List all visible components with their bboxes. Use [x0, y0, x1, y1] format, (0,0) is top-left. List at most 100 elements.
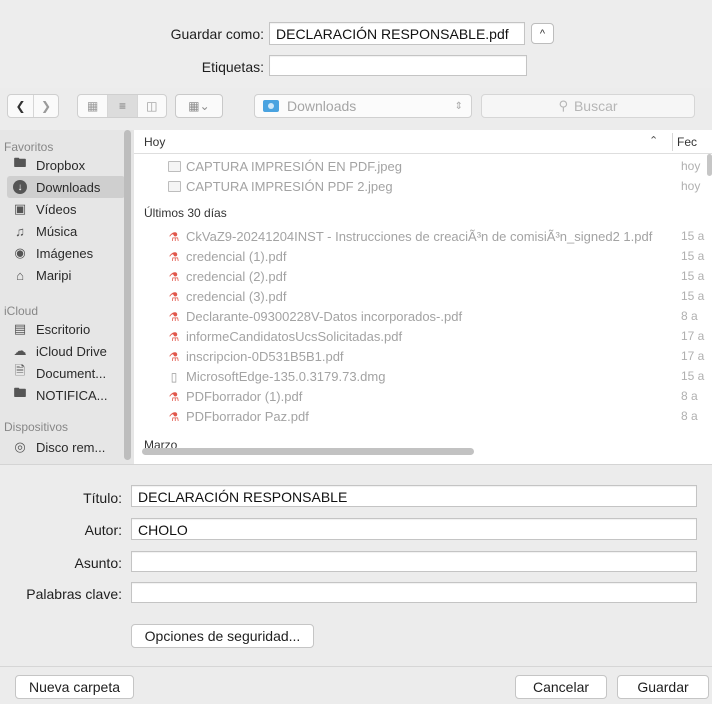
file-row[interactable]: ⚗ Declarante-09300228V-Datos incorporado…	[134, 307, 712, 327]
pdf-file-icon: ⚗	[168, 389, 180, 404]
file-name: MicrosoftEdge-135.0.3179.73.dmg	[186, 369, 386, 384]
nav-back-forward: ❮ ❯	[7, 94, 59, 118]
file-list: Hoy ⌃ Fec CAPTURA IMPRESIÓN EN PDF.jpeg …	[134, 130, 712, 464]
pdf-file-icon: ⚗	[168, 409, 180, 424]
file-row[interactable]: ⚗ credencial (1).pdf 15 a	[134, 247, 712, 267]
sidebar-item-label: Escritorio	[36, 321, 91, 337]
file-name: informeCandidatosUcsSolicitadas.pdf	[186, 329, 403, 344]
location-popup[interactable]: Downloads ⇕	[254, 94, 472, 118]
sidebar-item-downloads[interactable]: ↓ Downloads	[7, 176, 125, 198]
horizontal-scroll-thumb[interactable]	[142, 448, 474, 455]
save-as-label: Guardar como:	[170, 26, 264, 42]
file-name: CAPTURA IMPRESIÓN PDF 2.jpeg	[186, 179, 393, 194]
cloud-icon: ☁	[13, 343, 27, 358]
sidebar-item-label: Disco rem...	[36, 439, 106, 455]
file-date: 15 a	[681, 269, 705, 283]
file-row[interactable]: ⚗ credencial (3).pdf 15 a	[134, 287, 712, 307]
pdf-file-icon: ⚗	[168, 249, 180, 264]
sidebar-item-label: Dropbox	[36, 157, 86, 173]
back-button[interactable]: ❮	[8, 95, 33, 117]
file-date: 15 a	[681, 249, 705, 263]
file-row[interactable]: CAPTURA IMPRESIÓN PDF 2.jpeg hoy	[134, 177, 712, 197]
column-view-button[interactable]: ◫	[136, 95, 166, 117]
file-name: PDFborrador Paz.pdf	[186, 409, 309, 424]
new-folder-button[interactable]: Nueva carpeta	[15, 675, 134, 699]
file-name: CAPTURA IMPRESIÓN EN PDF.jpeg	[186, 159, 402, 174]
file-name: credencial (3).pdf	[186, 289, 287, 304]
save-as-input[interactable]: DECLARACIÓN RESPONSABLE.pdf	[269, 22, 525, 45]
folder-icon: 🖿	[13, 385, 27, 400]
vertical-scroll-thumb[interactable]	[707, 154, 712, 176]
sidebar-scroll-thumb[interactable]	[124, 130, 131, 460]
cancel-button[interactable]: Cancelar	[515, 675, 607, 699]
author-input[interactable]: CHOLO	[131, 518, 697, 540]
file-row[interactable]: ⚗ inscripcion-0D531B5B1.pdf 17 a	[134, 347, 712, 367]
title-label: Título:	[83, 490, 122, 506]
list-icon: ≡	[118, 99, 126, 113]
keywords-input[interactable]	[131, 582, 697, 603]
file-name: credencial (1).pdf	[186, 249, 287, 264]
tags-input[interactable]	[269, 55, 527, 76]
image-file-icon	[167, 159, 181, 174]
sidebar-item-music[interactable]: ♫ Música	[7, 220, 125, 242]
file-row[interactable]: ⚗ credencial (2).pdf 15 a	[134, 267, 712, 287]
subject-input[interactable]	[131, 551, 697, 572]
sidebar-item-escritorio[interactable]: ▤ Escritorio	[7, 318, 125, 340]
file-row[interactable]: CAPTURA IMPRESIÓN EN PDF.jpeg hoy	[134, 157, 712, 177]
sidebar-item-documents[interactable]: 🗎 Document...	[7, 362, 125, 384]
file-row[interactable]: ⚗ PDFborrador Paz.pdf 8 a	[134, 407, 712, 427]
sidebar-item-notifica[interactable]: 🖿 NOTIFICA...	[7, 384, 125, 406]
search-field[interactable]: ⚲ Buscar	[481, 94, 695, 118]
save-button[interactable]: Guardar	[617, 675, 709, 699]
desktop-icon: ▤	[13, 321, 27, 336]
column-header-name[interactable]: Hoy	[144, 135, 165, 149]
document-icon: 🗎	[14, 363, 26, 378]
group-header-last-30-days: Últimos 30 días	[144, 206, 227, 220]
sidebar-item-label: Imágenes	[36, 245, 94, 261]
sidebar-item-maripi[interactable]: ⌂ Maripi	[7, 264, 125, 286]
sidebar-item-videos[interactable]: ▣ Vídeos	[7, 198, 125, 220]
sidebar-item-icloud-drive[interactable]: ☁ iCloud Drive	[7, 340, 125, 362]
file-date: 15 a	[681, 289, 705, 303]
location-label: Downloads	[287, 98, 357, 114]
search-placeholder: Buscar	[573, 98, 618, 114]
sidebar-scrollbar[interactable]	[123, 130, 132, 464]
disk-image-icon: ▯	[170, 369, 178, 384]
file-date: 8 a	[681, 389, 698, 403]
security-options-button[interactable]: Opciones de seguridad...	[131, 624, 314, 648]
sidebar-item-images[interactable]: ◉ Imágenes	[7, 242, 125, 264]
title-input[interactable]: DECLARACIÓN RESPONSABLE	[131, 485, 697, 507]
sidebar: Favoritos 🖿 Dropbox ↓ Downloads ▣ Vídeos…	[0, 130, 134, 464]
file-row[interactable]: ⚗ informeCandidatosUcsSolicitadas.pdf 17…	[134, 327, 712, 347]
column-divider[interactable]	[672, 133, 673, 151]
file-date: 8 a	[681, 409, 698, 423]
file-date: hoy	[681, 159, 701, 173]
file-row[interactable]: ⚗ CkVaZ9-20241204INST - Instrucciones de…	[134, 227, 712, 247]
file-date: 15 a	[681, 369, 705, 383]
pdf-file-icon: ⚗	[168, 289, 180, 304]
sidebar-item-dropbox[interactable]: 🖿 Dropbox	[7, 154, 125, 176]
list-view-button[interactable]: ≡	[107, 95, 137, 117]
folder-icon: 🖿	[13, 155, 27, 170]
file-row[interactable]: ⚗ PDFborrador (1).pdf 8 a	[134, 387, 712, 407]
film-icon: ▣	[13, 201, 27, 216]
sidebar-item-label: Downloads	[36, 179, 101, 195]
pdf-file-icon: ⚗	[168, 269, 180, 284]
arrange-button[interactable]: ▦⌄	[175, 94, 223, 118]
icon-view-button[interactable]: ▦	[78, 95, 107, 117]
devices-header: Dispositivos	[4, 420, 69, 434]
columns-icon: ◫	[146, 99, 158, 113]
author-label: Autor:	[84, 522, 122, 538]
keywords-label: Palabras clave:	[26, 586, 122, 602]
expand-dialog-button[interactable]: ^	[531, 23, 554, 44]
column-header-date[interactable]: Fec	[677, 135, 697, 149]
sidebar-item-remote-disc[interactable]: ◎ Disco rem...	[7, 436, 125, 458]
file-name: PDFborrador (1).pdf	[186, 389, 303, 404]
file-date: hoy	[681, 179, 701, 193]
forward-button[interactable]: ❯	[32, 95, 58, 117]
file-row[interactable]: ▯ MicrosoftEdge-135.0.3179.73.dmg 15 a	[134, 367, 712, 387]
footer-divider	[0, 666, 712, 667]
sort-chevron-icon[interactable]: ⌃	[649, 134, 658, 147]
downloads-folder-icon	[263, 100, 279, 112]
chevron-left-icon: ❮	[15, 99, 26, 113]
